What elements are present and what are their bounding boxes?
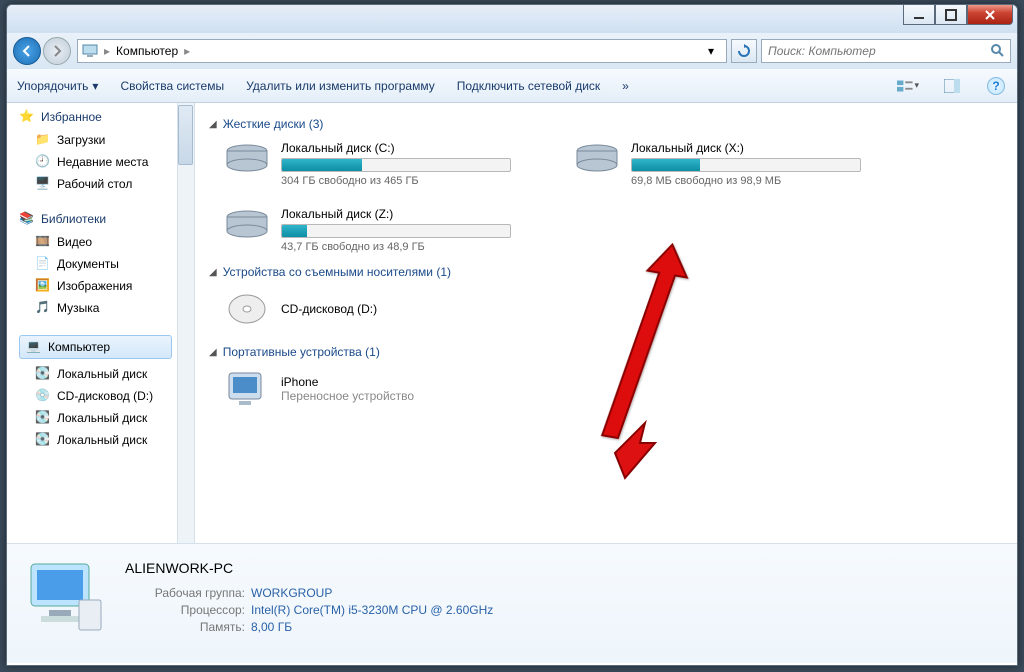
breadcrumb-computer[interactable]: Компьютер — [116, 44, 178, 58]
view-options-button[interactable]: ▾ — [897, 75, 919, 97]
folder-icon: 📁 — [35, 132, 51, 148]
collapse-icon: ◢ — [209, 267, 217, 278]
drive-free-text: 69,8 МБ свободно из 98,9 МБ — [631, 175, 883, 187]
sidebar-item-downloads[interactable]: 📁Загрузки — [19, 129, 190, 151]
back-button[interactable] — [13, 37, 41, 65]
recent-icon: 🕘 — [35, 154, 51, 170]
picture-icon: 🖼️ — [35, 278, 51, 294]
cd-icon: 💿 — [35, 388, 51, 404]
dropdown-history-icon[interactable]: ▾ — [700, 40, 722, 62]
sidebar-item-music[interactable]: 🎵Музыка — [19, 297, 190, 319]
document-icon: 📄 — [35, 256, 51, 272]
music-icon: 🎵 — [35, 300, 51, 316]
portable-device-icon — [223, 369, 271, 409]
map-network-drive-button[interactable]: Подключить сетевой диск — [457, 79, 600, 93]
details-row-workgroup: Рабочая группа:WORKGROUP — [125, 586, 493, 600]
drive-icon — [223, 141, 271, 177]
sidebar-item-documents[interactable]: 📄Документы — [19, 253, 190, 275]
section-hard-drives[interactable]: ◢Жесткие диски (3) — [209, 117, 1003, 131]
sidebar-scrollbar[interactable] — [177, 103, 194, 543]
drive-free-text: 43,7 ГБ свободно из 48,9 ГБ — [281, 241, 533, 253]
section-removable[interactable]: ◢Устройства со съемными носителями (1) — [209, 265, 1003, 279]
device-subtitle: Переносное устройство — [281, 389, 414, 403]
capacity-bar — [281, 158, 511, 172]
drive-icon: 💽 — [35, 410, 51, 426]
uninstall-program-button[interactable]: Удалить или изменить программу — [246, 79, 435, 93]
more-commands-button[interactable]: » — [622, 79, 629, 93]
favorites-group[interactable]: ⭐Избранное — [19, 109, 190, 125]
sidebar-item-recent[interactable]: 🕘Недавние места — [19, 151, 190, 173]
drive-label: Локальный диск (Z:) — [281, 207, 533, 221]
help-button[interactable]: ? — [985, 75, 1007, 97]
minimize-button[interactable] — [903, 5, 935, 25]
device-cd-drive[interactable]: CD-дисковод (D:) — [223, 289, 1003, 329]
computer-icon — [82, 43, 98, 59]
organize-menu[interactable]: Упорядочить ▾ — [17, 79, 98, 93]
content-pane: ◢Жесткие диски (3) Локальный диск (C:) 3… — [195, 103, 1017, 543]
maximize-button[interactable] — [935, 5, 967, 25]
navigation-pane: ⭐Избранное 📁Загрузки 🕘Недавние места 🖥️Р… — [7, 103, 195, 543]
sidebar-item-local-disk[interactable]: 💽Локальный диск — [19, 363, 190, 385]
details-computer-name: ALIENWORK-PC — [125, 560, 493, 576]
capacity-bar — [281, 224, 511, 238]
chevron-down-icon: ▾ — [914, 80, 919, 91]
video-icon: 🎞️ — [35, 234, 51, 250]
refresh-button[interactable] — [731, 39, 757, 63]
cd-icon — [223, 289, 271, 329]
drive-icon — [573, 141, 621, 177]
drive-icon — [223, 207, 271, 243]
sidebar-item-computer[interactable]: 💻Компьютер — [19, 335, 172, 359]
nav-row: ▸ Компьютер ▸ ▾ — [7, 33, 1017, 69]
explorer-window: ▸ Компьютер ▸ ▾ Упорядочить ▾ Свойства с… — [6, 4, 1018, 666]
preview-pane-button[interactable] — [941, 75, 963, 97]
chevron-right-icon: ▸ — [104, 44, 110, 58]
device-label: iPhone — [281, 375, 414, 389]
annotation-arrow — [595, 243, 715, 483]
drive-icon: 💽 — [35, 432, 51, 448]
details-row-processor: Процессор:Intel(R) Core(TM) i5-3230M CPU… — [125, 603, 493, 617]
libraries-icon: 📚 — [19, 211, 35, 227]
device-label: CD-дисковод (D:) — [281, 302, 377, 316]
drive-c[interactable]: Локальный диск (C:) 304 ГБ свободно из 4… — [223, 141, 533, 187]
drive-x[interactable]: Локальный диск (X:) 69,8 МБ свободно из … — [573, 141, 883, 187]
command-bar: Упорядочить ▾ Свойства системы Удалить и… — [7, 69, 1017, 103]
drive-z[interactable]: Локальный диск (Z:) 43,7 ГБ свободно из … — [223, 207, 533, 253]
collapse-icon: ◢ — [209, 119, 217, 130]
drive-free-text: 304 ГБ свободно из 465 ГБ — [281, 175, 533, 187]
collapse-icon: ◢ — [209, 347, 217, 358]
search-icon — [990, 43, 1004, 60]
drive-label: Локальный диск (X:) — [631, 141, 883, 155]
details-pane: ALIENWORK-PC Рабочая группа:WORKGROUP Пр… — [7, 543, 1017, 663]
chevron-right-icon: ▸ — [184, 44, 190, 58]
star-icon: ⭐ — [19, 109, 35, 125]
forward-button[interactable] — [43, 37, 71, 65]
search-input[interactable] — [768, 44, 984, 58]
sidebar-item-videos[interactable]: 🎞️Видео — [19, 231, 190, 253]
sidebar-item-desktop[interactable]: 🖥️Рабочий стол — [19, 173, 190, 195]
sidebar-item-local-disk[interactable]: 💽Локальный диск — [19, 429, 190, 451]
drive-label: Локальный диск (C:) — [281, 141, 533, 155]
device-iphone[interactable]: iPhone Переносное устройство — [223, 369, 1003, 409]
search-box[interactable] — [761, 39, 1011, 63]
sidebar-item-cd-drive[interactable]: 💿CD-дисковод (D:) — [19, 385, 190, 407]
titlebar — [7, 5, 1017, 33]
drive-icon: 💽 — [35, 366, 51, 382]
details-row-memory: Память:8,00 ГБ — [125, 620, 493, 634]
section-portable[interactable]: ◢Портативные устройства (1) — [209, 345, 1003, 359]
sidebar-item-local-disk[interactable]: 💽Локальный диск — [19, 407, 190, 429]
address-bar[interactable]: ▸ Компьютер ▸ ▾ — [77, 39, 727, 63]
close-button[interactable] — [967, 5, 1013, 25]
computer-icon: 💻 — [26, 339, 42, 355]
computer-large-icon — [23, 554, 107, 638]
system-properties-button[interactable]: Свойства системы — [120, 79, 224, 93]
sidebar-item-pictures[interactable]: 🖼️Изображения — [19, 275, 190, 297]
chevron-down-icon: ▾ — [92, 79, 98, 93]
capacity-bar — [631, 158, 861, 172]
libraries-group[interactable]: 📚Библиотеки — [19, 211, 190, 227]
desktop-icon: 🖥️ — [35, 176, 51, 192]
